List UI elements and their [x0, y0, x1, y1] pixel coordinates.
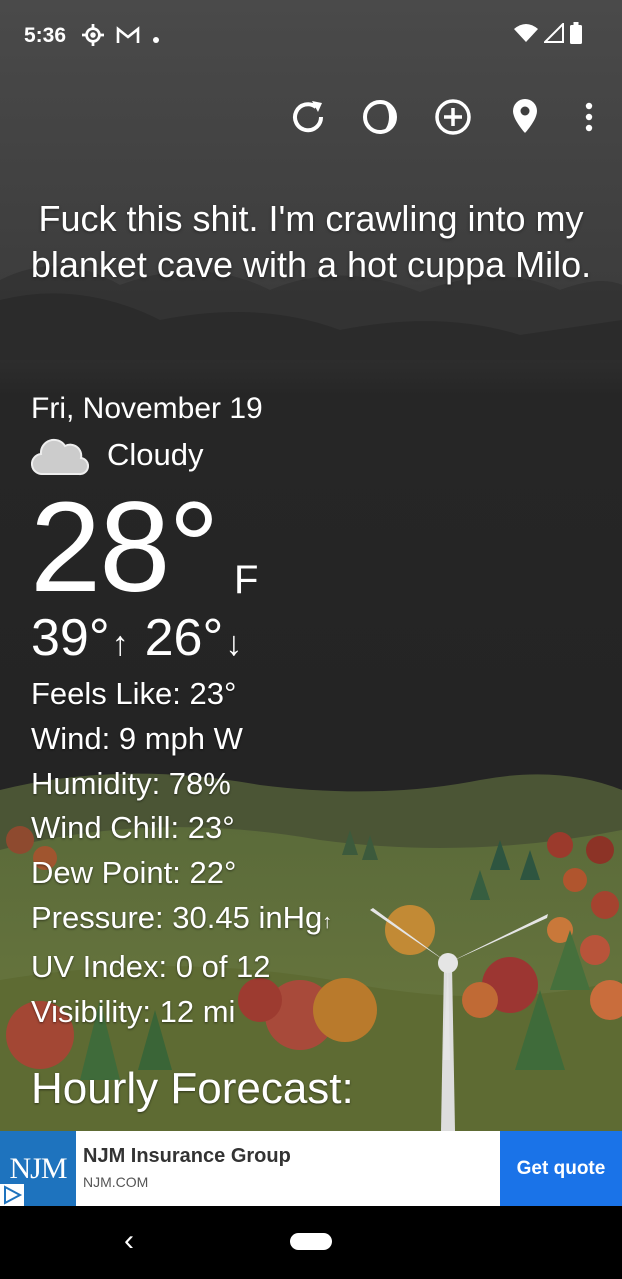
pressure-trend-icon: ↑: [322, 910, 333, 933]
high-low-temperatures: 39° ↑ 26° ↓: [31, 608, 258, 668]
more-icon: [585, 102, 593, 132]
high-temp: 39°: [31, 609, 110, 667]
location-button[interactable]: [500, 92, 550, 142]
humidity: Humidity: 78%: [31, 765, 231, 801]
ad-banner[interactable]: NJM NJM Insurance Group NJM.COM Get quot…: [0, 1131, 622, 1206]
toolbar: [0, 92, 622, 144]
ad-choices-icon[interactable]: [0, 1184, 24, 1206]
ad-cta-button[interactable]: Get quote: [500, 1131, 622, 1206]
status-time: 5:36: [24, 24, 67, 47]
wind-chill: Wind Chill: 23°: [31, 810, 235, 846]
low-arrow-icon: ↓: [225, 625, 243, 663]
wind: Wind: 9 mph W: [31, 720, 243, 756]
add-location-button[interactable]: [428, 92, 478, 142]
low-temp: 26°: [144, 609, 224, 667]
pressure-row: Pressure: 30.45 inHg↑: [31, 896, 332, 945]
hourly-forecast-title: Hourly Forecast:: [31, 1064, 354, 1113]
refresh-button[interactable]: [283, 92, 333, 142]
weather-details: Feels Like: 23° Wind: 9 mph W Humidity: …: [31, 672, 332, 1034]
pressure: Pressure: 30.45 inHg: [31, 899, 323, 935]
dot-icon: [152, 27, 160, 50]
theme-icon: [363, 100, 397, 134]
uv-index: UV Index: 0 of 12: [31, 948, 271, 984]
temperature-unit: F: [234, 558, 259, 602]
wifi-icon: [514, 23, 538, 49]
current-temperature: 28°: [30, 476, 220, 619]
ad-url: NJM.COM: [83, 1174, 149, 1190]
ad-title[interactable]: NJM Insurance Group: [83, 1145, 291, 1168]
signal-icon: [542, 21, 564, 49]
battery-icon: [570, 22, 582, 50]
home-button[interactable]: [290, 1233, 332, 1250]
dew-point: Dew Point: 22°: [31, 855, 237, 891]
weather-quote: Fuck this shit. I'm crawling into my bla…: [30, 198, 592, 285]
refresh-icon: [293, 101, 324, 133]
high-arrow-icon: ↑: [111, 625, 129, 663]
more-options-button[interactable]: [564, 92, 614, 142]
settings-icon: [82, 24, 104, 52]
gmail-icon: [116, 26, 140, 50]
visibility: Visibility: 12 mi: [31, 993, 236, 1029]
date-label: Fri, November 19: [31, 392, 263, 425]
location-pin-icon: [513, 99, 537, 133]
theme-button[interactable]: [355, 92, 405, 142]
back-button[interactable]: ‹: [124, 1224, 134, 1258]
add-location-icon: [435, 99, 471, 135]
condition-label: Cloudy: [107, 436, 204, 472]
status-bar: 5:36: [0, 0, 622, 72]
feels-like: Feels Like: 23°: [31, 676, 237, 711]
navigation-bar: ‹: [0, 1206, 622, 1279]
